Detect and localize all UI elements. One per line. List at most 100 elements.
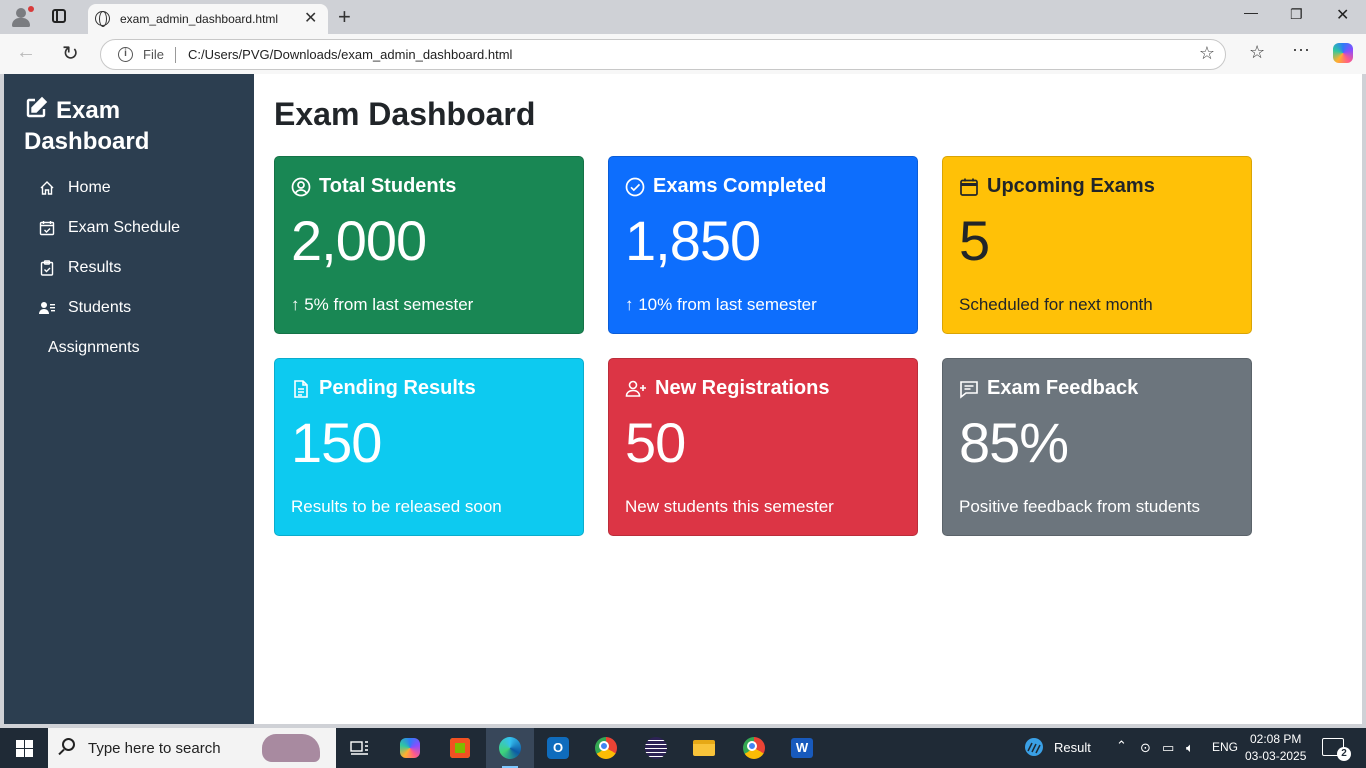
new-tab-button[interactable]: + (338, 4, 351, 30)
outlook-icon[interactable]: O (534, 728, 582, 768)
card-header: Exams Completed (625, 175, 826, 198)
pencil-square-icon (24, 96, 48, 127)
weather-label[interactable]: Result (1054, 740, 1091, 755)
copilot-taskbar-icon[interactable] (386, 728, 434, 768)
info-icon[interactable]: i (118, 47, 133, 62)
file-explorer-icon[interactable] (680, 728, 728, 768)
card-note: ↑ 5% from last semester (291, 295, 474, 314)
file-text-icon (291, 379, 311, 399)
edge-browser-icon[interactable] (486, 728, 534, 768)
sidebar-item-exam-schedule[interactable]: Exam Schedule (38, 214, 180, 242)
card-value: 150 (291, 411, 382, 474)
language-indicator[interactable]: ENG (1212, 740, 1238, 754)
browser-tab[interactable]: exam_admin_dashboard.html ✕ (88, 4, 328, 34)
calendar-check-icon (38, 219, 56, 237)
show-hidden-icons-chevron-icon[interactable]: ⌃ (1116, 738, 1127, 754)
sidebar-item-label: Exam Schedule (68, 219, 181, 236)
weather-icon[interactable] (1024, 737, 1044, 760)
copilot-icon[interactable] (1333, 43, 1353, 63)
page-title: Exam Dashboard (274, 96, 536, 132)
card-note: ↑ 10% from last semester (625, 295, 817, 314)
person-plus-icon (625, 379, 647, 399)
address-url[interactable]: C:/Users/PVG/Downloads/exam_admin_dashbo… (188, 47, 512, 62)
windows-start-icon[interactable] (16, 740, 33, 757)
card-header: Upcoming Exams (959, 175, 1155, 198)
taskbar: Type here to search O W Result ⌃ ⊙ ▭ 🔈︎ … (0, 728, 1366, 768)
person-lines-icon (38, 299, 56, 317)
calendar-icon (959, 177, 979, 197)
card-value: 2,000 (291, 209, 427, 272)
address-bar[interactable]: i File C:/Users/PVG/Downloads/exam_admin… (100, 39, 1226, 70)
taskbar-search[interactable]: Type here to search (48, 728, 336, 768)
stat-card-exams-completed: Exams Completed 1,850 ↑ 10% from last se… (608, 156, 918, 334)
close-tab-icon[interactable]: ✕ (304, 8, 317, 28)
sidebar-item-students[interactable]: Students (38, 294, 131, 322)
sidebar-item-label: Results (68, 259, 122, 276)
check-circle-icon (625, 177, 645, 197)
card-value: 85% (959, 411, 1069, 474)
tab-actions-icon[interactable] (52, 9, 66, 23)
notification-count: 2 (1337, 747, 1351, 761)
volume-muted-icon[interactable]: 🔈︎ (1186, 740, 1194, 756)
card-note: New students this semester (625, 497, 834, 516)
sidebar-item-assignments[interactable]: Assignments (48, 334, 140, 362)
stat-card-new-registrations: New Registrations 50 New students this s… (608, 358, 918, 536)
card-header: Total Students (291, 175, 456, 198)
card-title: Exams Completed (653, 175, 827, 197)
address-divider (175, 47, 176, 63)
sidebar-brand: Exam Dashboard (24, 96, 244, 156)
stat-card-total-students: Total Students 2,000 ↑ 5% from last seme… (274, 156, 584, 334)
card-value: 1,850 (625, 209, 761, 272)
chat-text-icon (959, 379, 979, 399)
person-circle-icon (291, 177, 311, 197)
card-header: Pending Results (291, 377, 476, 400)
clipboard-check-icon (38, 259, 56, 277)
search-icon (62, 738, 75, 751)
favorites-icon[interactable]: ☆ (1249, 42, 1265, 63)
card-title: Upcoming Exams (987, 175, 1155, 197)
minimize-icon[interactable]: — (1244, 4, 1258, 20)
tab-title: exam_admin_dashboard.html (120, 12, 279, 26)
more-options-icon[interactable]: ··· (1292, 39, 1310, 60)
globe-icon (95, 11, 110, 27)
card-note: Positive feedback from students (959, 497, 1200, 516)
sidebar-item-label: Assignments (48, 339, 140, 356)
stat-card-pending-results: Pending Results 150 Results to be releas… (274, 358, 584, 536)
stat-card-exam-feedback: Exam Feedback 85% Positive feedback from… (942, 358, 1252, 536)
task-view-icon[interactable] (336, 728, 384, 768)
meet-now-icon[interactable]: ⊙ (1140, 740, 1151, 756)
card-title: New Registrations (655, 377, 830, 399)
card-title: Exam Feedback (987, 377, 1139, 399)
sidebar-item-label: Students (68, 299, 132, 316)
back-arrow-icon[interactable]: ← (16, 41, 36, 64)
notification-center-icon[interactable]: 2 (1322, 738, 1351, 761)
address-scheme: File (143, 47, 164, 62)
clock-time: 02:08 PM (1250, 732, 1302, 746)
card-title: Total Students (319, 175, 457, 197)
clock-date: 03-03-2025 (1245, 749, 1307, 763)
page-viewport: Exam Dashboard Home Exam Schedule Result… (4, 74, 1362, 724)
browser-tabstrip: exam_admin_dashboard.html ✕ + — ❐ ✕ (0, 0, 1366, 34)
network-icon[interactable]: ▭ (1162, 740, 1174, 756)
eclipse-icon[interactable] (632, 728, 680, 768)
chrome-icon[interactable] (582, 728, 630, 768)
card-value: 50 (625, 411, 686, 474)
restore-icon[interactable]: ❐ (1290, 6, 1303, 23)
card-value: 5 (959, 209, 990, 272)
card-title: Pending Results (319, 377, 476, 399)
browser-toolbar: ← ↻ i File C:/Users/PVG/Downloads/exam_a… (0, 34, 1366, 74)
search-highlight-image (262, 734, 320, 762)
search-placeholder: Type here to search (88, 740, 221, 757)
store-icon[interactable] (436, 728, 484, 768)
stat-card-upcoming-exams: Upcoming Exams 5 Scheduled for next mont… (942, 156, 1252, 334)
sidebar-item-home[interactable]: Home (38, 174, 111, 202)
favorite-star-icon[interactable]: ☆ (1199, 43, 1215, 64)
card-note: Results to be released soon (291, 497, 502, 516)
clock[interactable]: 02:08 PM 03-03-2025 (1245, 731, 1306, 765)
profile-icon[interactable] (10, 6, 34, 28)
chrome-profile-icon[interactable] (730, 728, 778, 768)
close-window-icon[interactable]: ✕ (1336, 5, 1349, 25)
reload-icon[interactable]: ↻ (62, 41, 79, 66)
word-icon[interactable]: W (778, 728, 826, 768)
sidebar-item-results[interactable]: Results (38, 254, 121, 282)
